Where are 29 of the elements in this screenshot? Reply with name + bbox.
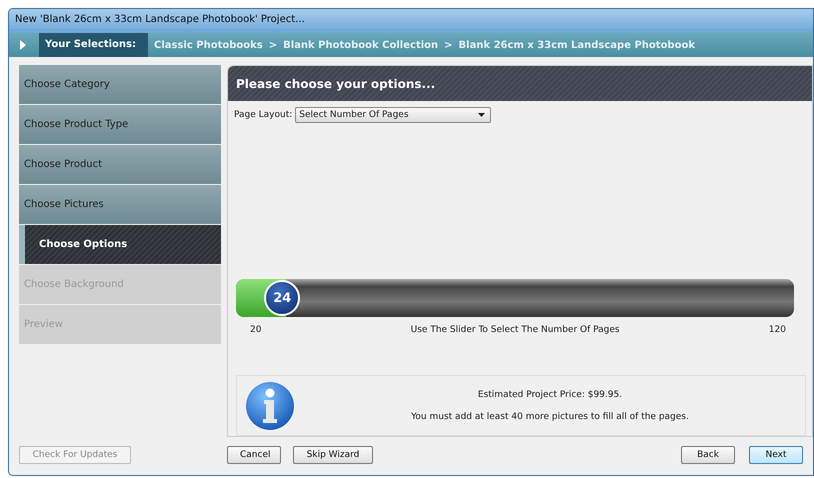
step-item[interactable]: Choose Product	[19, 145, 221, 184]
page-layout-dropdown[interactable]: Select Number Of Pages	[295, 107, 492, 124]
step-item[interactable]: Choose Category	[19, 65, 221, 104]
window-title: New 'Blank 26cm x 33cm Landscape Photobook' Project...	[15, 14, 305, 24]
info-message: You must add at least 40 more pictures to fill all of the pages.	[411, 412, 689, 422]
field-label: Page Layout:	[234, 110, 292, 120]
breadcrumb-label: Your Selections:	[39, 33, 148, 57]
step-item[interactable]: Choose Options	[19, 225, 221, 264]
footer-button[interactable]: Back	[681, 446, 735, 464]
panel-title: Please choose your options...	[236, 76, 436, 91]
info-icon	[245, 380, 295, 431]
breadcrumb-item[interactable]: Classic Photobooks	[154, 40, 263, 50]
slider-hint: Use The Slider To Select The Number Of Pages	[410, 325, 620, 336]
slider-min: 20	[250, 325, 262, 336]
breadcrumb-separator: >	[444, 40, 453, 50]
footer-button[interactable]: Skip Wizard	[293, 446, 373, 464]
caret-icon	[478, 113, 486, 118]
slider-thumb[interactable]: 24	[264, 280, 300, 316]
breadcrumb-item[interactable]: Blank Photobook Collection	[283, 40, 438, 50]
footer-button[interactable]: Cancel	[227, 446, 281, 464]
slider-track[interactable]: 24	[236, 279, 794, 318]
footer-button[interactable]: Next	[749, 446, 803, 464]
step-item[interactable]: Choose Product Type	[19, 105, 221, 144]
breadcrumb-item[interactable]: Blank 26cm x 33cm Landscape Photobook	[458, 40, 695, 50]
step-item[interactable]: Choose Pictures	[19, 185, 221, 224]
slider-max: 120	[768, 325, 786, 336]
price-text: Estimated Project Price: $99.95.	[478, 390, 622, 400]
breadcrumb-separator: >	[268, 40, 278, 50]
play-icon[interactable]	[19, 40, 27, 50]
